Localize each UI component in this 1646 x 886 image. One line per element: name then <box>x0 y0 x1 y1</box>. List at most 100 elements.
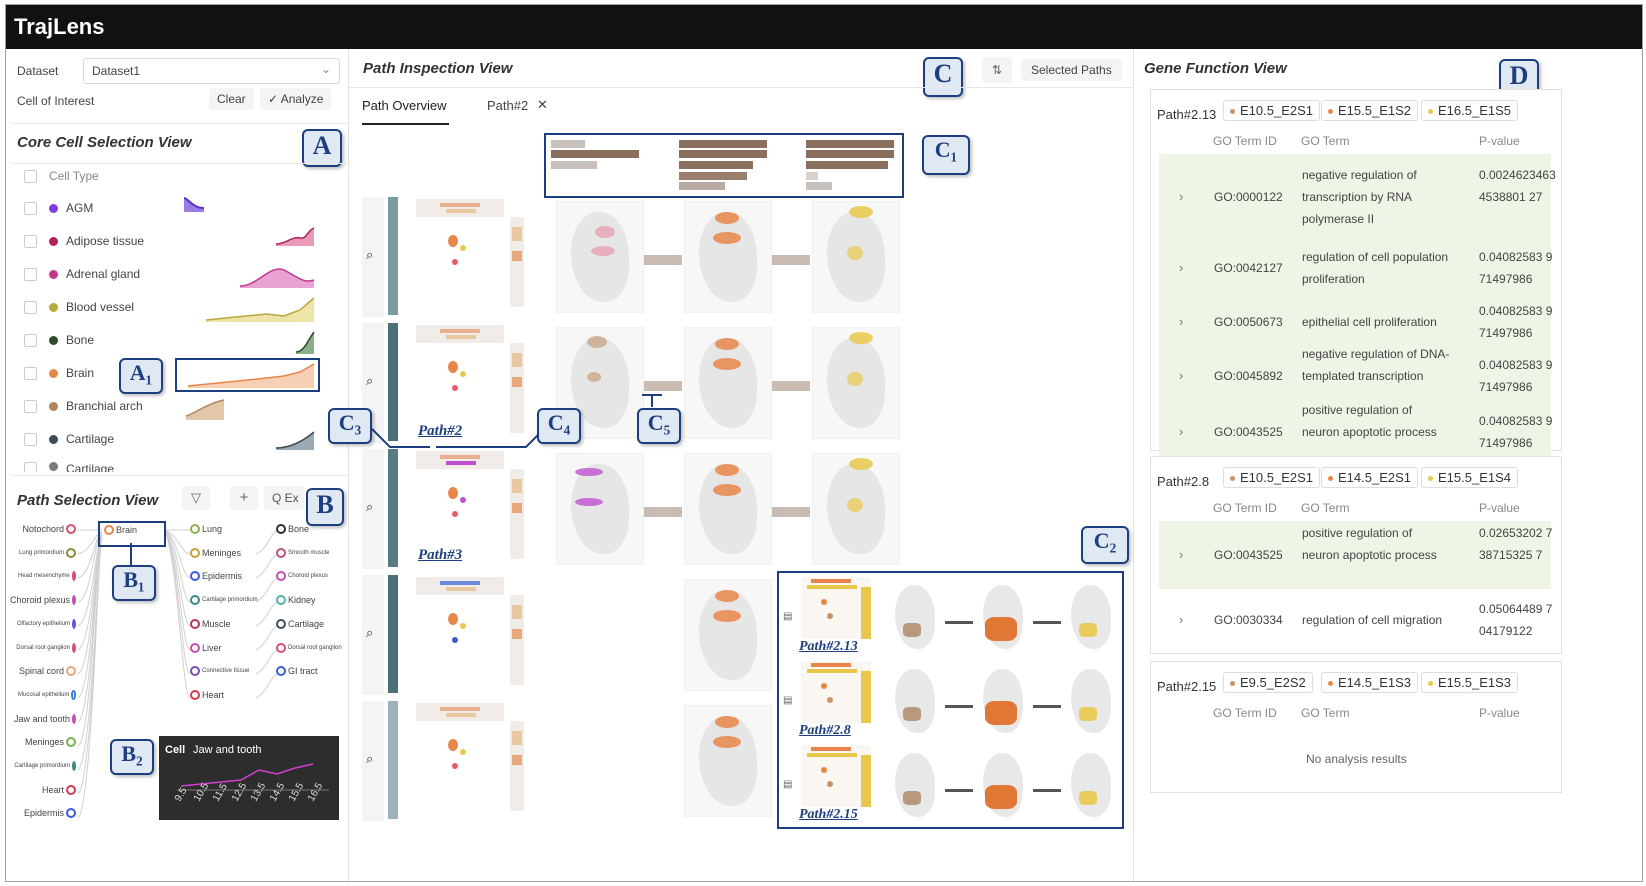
path-node[interactable]: Dorsal root ganglion <box>16 642 78 653</box>
go-term-row[interactable]: › GO:0030334 regulation of cell migration 0… <box>1159 589 1552 651</box>
pin-icon[interactable]: ▤ <box>783 695 792 706</box>
path-node[interactable]: Dorsal root ganglion <box>274 642 342 653</box>
embryo-stage[interactable] <box>556 453 644 565</box>
cell-type-item[interactable]: Adipose tissue <box>24 231 144 251</box>
cell-type-item[interactable]: Bone <box>24 330 94 350</box>
stage-tag[interactable]: E16.5_E1S5 <box>1421 100 1519 121</box>
embryo-stage[interactable] <box>977 667 1029 737</box>
embryo-stage[interactable] <box>556 201 644 313</box>
embryo-stage[interactable] <box>977 751 1029 821</box>
expand-chevron-icon[interactable]: › <box>1179 368 1183 383</box>
embryo-stage[interactable] <box>1065 583 1117 653</box>
stage-tag[interactable]: E10.5_E2S1 <box>1223 100 1321 121</box>
go-term-row[interactable]: › GO:0043525 positive regulation of neuron… <box>1159 403 1552 460</box>
expand-chevron-icon[interactable]: › <box>1179 612 1183 627</box>
embryo-stage[interactable] <box>1065 751 1117 821</box>
analyze-button[interactable]: ✓ Analyze <box>260 88 332 110</box>
magnify-icon[interactable]: ⌕ <box>366 625 373 641</box>
cell-type-checkbox[interactable] <box>24 234 37 248</box>
expand-chevron-icon[interactable]: › <box>1179 189 1183 204</box>
selected-paths-button[interactable]: Selected Paths <box>1021 59 1122 81</box>
path-node[interactable]: GI tract <box>274 666 318 677</box>
cell-type-item[interactable]: Branchial arch <box>24 396 143 416</box>
sub-path-row[interactable]: ▤ Path#2.8 <box>779 661 1119 743</box>
stage-tag[interactable]: E10.5_E2S1 <box>1223 467 1321 488</box>
go-term-row[interactable]: › GO:0000122 negative regulation of transc… <box>1159 154 1556 240</box>
go-term-row[interactable]: › GO:0050673 epithelial cell proliferation… <box>1159 296 1552 348</box>
embryo-stage[interactable] <box>977 583 1029 653</box>
cell-type-item[interactable]: Blood vessel <box>24 297 134 317</box>
cell-type-checkbox[interactable] <box>24 399 37 413</box>
path-node[interactable]: Bone <box>274 524 309 534</box>
magnify-icon[interactable]: ⌕ <box>366 247 373 263</box>
path-node[interactable]: Lung primordium <box>18 547 78 558</box>
embryo-stage[interactable] <box>684 201 772 313</box>
cell-type-item[interactable]: Cartilage <box>24 429 114 449</box>
embryo-stage[interactable] <box>812 201 900 313</box>
path-node[interactable]: Muscle <box>188 618 231 629</box>
sub-path-row[interactable]: ▤ Path#2.13 <box>779 577 1119 659</box>
expand-chevron-icon[interactable]: › <box>1179 424 1183 439</box>
embryo-stage[interactable] <box>684 705 772 817</box>
cell-type-checkbox[interactable] <box>24 333 37 347</box>
sub-path-link[interactable]: Path#2.8 <box>799 723 851 739</box>
cell-type-item[interactable]: Adrenal gland <box>24 264 140 284</box>
stage-tag[interactable]: E14.5_E2S1 <box>1321 467 1419 488</box>
pin-icon[interactable]: ▤ <box>783 779 792 790</box>
embryo-stage[interactable] <box>684 579 772 691</box>
path-node[interactable]: Epidermis <box>18 808 78 819</box>
stage-tag[interactable]: E15.5_E1S3 <box>1421 672 1519 693</box>
dataset-select[interactable]: Dataset1 ⌄ <box>83 58 340 84</box>
path-node[interactable]: Heart <box>188 689 224 700</box>
embryo-stage[interactable] <box>889 751 941 821</box>
expand-chevron-icon[interactable]: › <box>1179 260 1183 275</box>
magnify-icon[interactable]: ⌕ <box>366 499 373 515</box>
stage-tag[interactable]: E14.5_E1S3 <box>1321 672 1419 693</box>
embryo-stage[interactable] <box>1065 667 1117 737</box>
embryo-stage[interactable] <box>812 453 900 565</box>
path-node[interactable]: Meninges <box>188 547 241 558</box>
sort-icon[interactable]: ⇅ <box>982 57 1012 83</box>
path-node[interactable]: Mucosal epithelium <box>18 689 78 700</box>
cell-type-item[interactable]: Cartilage <box>24 462 114 472</box>
expand-chevron-icon[interactable]: › <box>1179 547 1183 562</box>
path-node[interactable]: Choroid plexus <box>274 571 328 582</box>
cell-type-checkbox[interactable] <box>24 300 37 314</box>
path-node[interactable]: Meninges <box>18 737 78 748</box>
cell-type-checkbox[interactable] <box>24 462 37 472</box>
search-expand-button[interactable]: Q Ex <box>264 486 304 510</box>
path-node[interactable]: Cartilage primordium <box>14 761 78 771</box>
path-node[interactable]: Olfactory epithelium <box>17 618 78 629</box>
embryo-stage[interactable] <box>684 327 772 439</box>
go-term-row[interactable]: › GO:0045892 negative regulation of DNA-te… <box>1159 347 1552 404</box>
tab-path-overview[interactable]: Path Overview <box>362 98 447 113</box>
path-node[interactable]: Cartilage primordium <box>188 595 258 606</box>
sub-path-link[interactable]: Path#2.15 <box>799 807 858 823</box>
path-node[interactable]: Head mesenchyme <box>18 571 78 582</box>
path-node[interactable]: Smooth muscle <box>274 547 329 558</box>
path-node[interactable]: Lung <box>188 524 222 534</box>
cell-type-checkbox[interactable] <box>24 432 37 446</box>
path-node[interactable]: Connective tissue <box>188 666 249 677</box>
embryo-stage[interactable] <box>889 583 941 653</box>
embryo-stage[interactable] <box>684 453 772 565</box>
path-node[interactable]: Kidney <box>274 595 316 606</box>
path-node[interactable]: Epidermis <box>188 571 242 582</box>
select-all-checkbox[interactable] <box>24 169 37 183</box>
go-term-row[interactable]: › GO:0042127 regulation of cell population… <box>1159 240 1552 296</box>
plus-icon[interactable]: + <box>230 486 258 510</box>
embryo-stage[interactable] <box>812 327 900 439</box>
cell-type-checkbox[interactable] <box>24 267 37 281</box>
cell-type-checkbox[interactable] <box>24 201 37 215</box>
sub-path-link[interactable]: Path#2.13 <box>799 639 858 655</box>
clear-button[interactable]: Clear <box>209 88 254 110</box>
cell-type-item[interactable]: AGM <box>24 198 93 218</box>
cell-type-checkbox[interactable] <box>24 366 37 380</box>
magnify-icon[interactable]: ⌕ <box>366 751 373 767</box>
tab-path2[interactable]: Path#2 <box>487 98 528 113</box>
stage-tag[interactable]: E15.5_E1S2 <box>1321 100 1419 121</box>
embryo-stage[interactable] <box>889 667 941 737</box>
path-node[interactable]: Notochord <box>18 524 78 534</box>
stage-tag[interactable]: E15.5_E1S4 <box>1421 467 1519 488</box>
cell-type-item[interactable]: Brain <box>24 363 94 383</box>
